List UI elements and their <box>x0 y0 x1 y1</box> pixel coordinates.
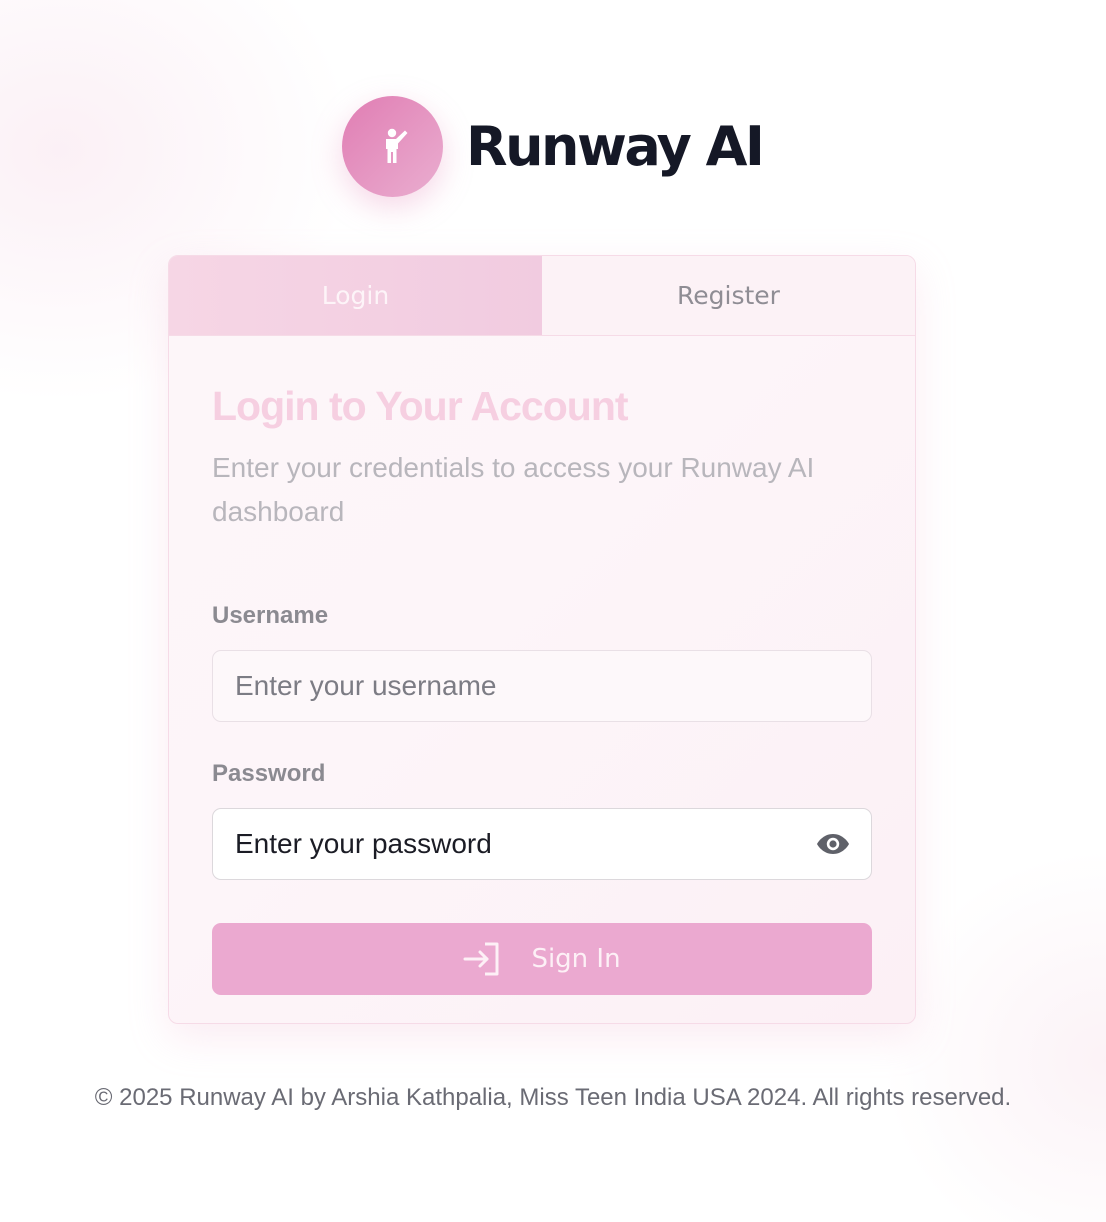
sign-in-button[interactable]: Sign In <box>212 923 872 995</box>
password-placeholder: Enter your password <box>235 828 492 859</box>
username-label: Username <box>212 602 329 629</box>
sign-in-icon <box>463 942 499 976</box>
brand-name: Runway AI <box>466 115 765 178</box>
person-waving-icon <box>385 128 407 163</box>
sign-in-label: Sign In <box>531 944 621 974</box>
password-input[interactable]: Enter your password <box>212 808 872 880</box>
eye-icon[interactable] <box>815 831 851 857</box>
brand-logo <box>342 96 443 197</box>
footer-copyright: © 2025 Runway AI by Arshia Kathpalia, Mi… <box>94 1084 1012 1111</box>
auth-tabs: Login Register <box>169 256 915 336</box>
brand-header: Runway AI <box>342 96 765 197</box>
login-form: Login to Your Account Enter your credent… <box>169 383 915 995</box>
tab-register[interactable]: Register <box>542 256 915 335</box>
password-label: Password <box>212 760 326 787</box>
auth-card: Login Register Login to Your Account Ent… <box>168 255 916 1024</box>
form-heading: Login to Your Account <box>212 383 629 429</box>
username-placeholder: Enter your username <box>235 670 497 701</box>
tab-login[interactable]: Login <box>169 256 542 335</box>
form-subtext: Enter your credentials to access your Ru… <box>212 452 815 527</box>
username-input[interactable]: Enter your username <box>212 650 872 722</box>
